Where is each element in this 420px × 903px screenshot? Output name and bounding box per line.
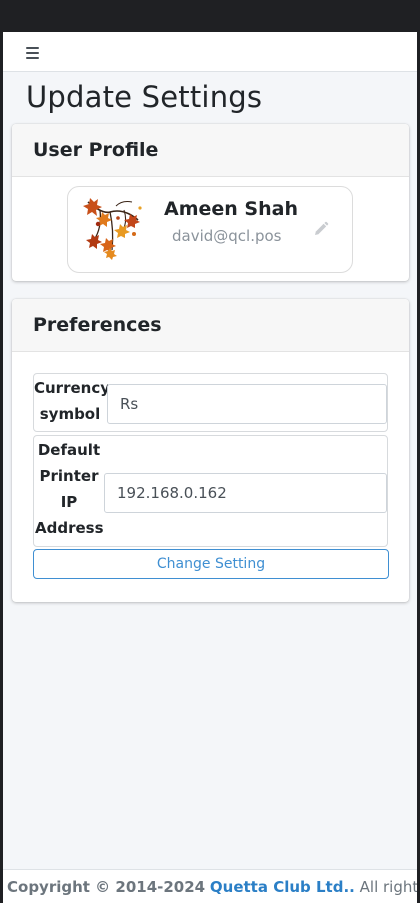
currency-symbol-group: Currency symbol [33,373,388,432]
footer-copyright: Copyright © 2014-2024 [7,878,206,896]
footer-rights: All rights [359,878,417,896]
preferences-card: Preferences Currency symbol Default Prin… [12,299,409,602]
printer-ip-group: Default Printer IP Address [33,435,388,547]
hamburger-menu-icon[interactable] [23,44,43,60]
app-page: Update Settings User Profile Ameen Shah … [3,32,417,903]
preferences-card-header: Preferences [12,299,409,352]
printer-ip-label: Default Printer IP Address [35,441,104,537]
user-profile-card-header: User Profile [12,124,409,177]
browser-frame-top [0,0,420,32]
page-title: Update Settings [26,80,263,114]
top-navbar [3,32,417,72]
printer-ip-input[interactable] [104,473,387,513]
preferences-title: Preferences [33,314,162,336]
pencil-icon[interactable] [312,220,330,238]
currency-symbol-label: Currency symbol [34,379,111,423]
user-profile-title: User Profile [33,139,159,161]
profile-email: david@qcl.pos [172,227,282,245]
autumn-leaves-avatar-icon [80,194,148,260]
currency-symbol-input[interactable] [107,384,387,424]
footer-text: Copyright © 2014-2024 Quetta Club Ltd.. … [7,878,417,896]
user-profile-card: User Profile Ameen Shah david@qcl.pos [12,124,409,281]
footer: Copyright © 2014-2024 Quetta Club Ltd.. … [3,869,417,903]
footer-company-link[interactable]: Quetta Club Ltd.. [210,878,355,896]
profile-summary: Ameen Shah david@qcl.pos [67,186,353,273]
profile-name: Ameen Shah [164,198,298,220]
change-setting-button[interactable]: Change Setting [33,549,389,579]
